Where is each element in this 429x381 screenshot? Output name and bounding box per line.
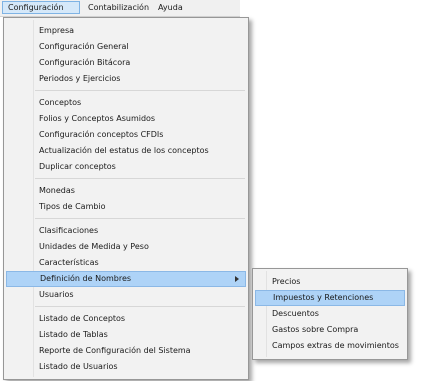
menu-item-conceptos[interactable]: Conceptos xyxy=(6,95,246,111)
menu-item-reporte-configuracion[interactable]: Reporte de Configuración del Sistema xyxy=(6,343,246,359)
configuracion-dropdown: Empresa Configuración General Configurac… xyxy=(3,17,249,380)
menu-item-listado-tablas[interactable]: Listado de Tablas xyxy=(6,327,246,343)
menu-item-configuracion-general[interactable]: Configuración General xyxy=(6,39,246,55)
menu-bar: Configuración Contabilización Ayuda xyxy=(0,0,240,17)
menu-item-listado-usuarios[interactable]: Listado de Usuarios xyxy=(6,359,246,375)
menu-item-actualizacion-estatus[interactable]: Actualización del estatus de los concept… xyxy=(6,143,246,159)
menu-item-usuarios[interactable]: Usuarios xyxy=(6,287,246,303)
menu-item-duplicar-conceptos[interactable]: Duplicar conceptos xyxy=(6,159,246,175)
menu-item-config-conceptos-cfdis[interactable]: Configuración conceptos CFDIs xyxy=(6,127,246,143)
submenu-arrow-icon xyxy=(235,276,239,282)
menu-separator xyxy=(35,90,245,91)
menu-item-tipos-cambio[interactable]: Tipos de Cambio xyxy=(6,199,246,215)
menu-separator xyxy=(35,306,245,307)
definicion-nombres-submenu: Precios Impuestos y Retenciones Descuent… xyxy=(252,268,408,360)
menu-item-periodos-ejercicios[interactable]: Periodos y Ejercicios xyxy=(6,71,246,87)
menu-configuracion[interactable]: Configuración xyxy=(2,1,80,14)
submenu-item-campos-extras[interactable]: Campos extras de movimientos xyxy=(255,338,405,354)
menu-ayuda[interactable]: Ayuda xyxy=(153,1,193,14)
submenu-item-descuentos[interactable]: Descuentos xyxy=(255,306,405,322)
menu-item-clasificaciones[interactable]: Clasificaciones xyxy=(6,223,246,239)
menu-item-caracteristicas[interactable]: Características xyxy=(6,255,246,271)
menu-item-configuracion-bitacora[interactable]: Configuración Bitácora xyxy=(6,55,246,71)
menu-contabilizacion[interactable]: Contabilización xyxy=(83,1,153,14)
menu-item-unidades-medida[interactable]: Unidades de Medida y Peso xyxy=(6,239,246,255)
menu-item-listado-conceptos[interactable]: Listado de Conceptos xyxy=(6,311,246,327)
menu-item-monedas[interactable]: Monedas xyxy=(6,183,246,199)
menu-item-label: Definición de Nombres xyxy=(40,274,132,283)
menu-item-definicion-nombres[interactable]: Definición de Nombres xyxy=(6,271,246,287)
submenu-item-precios[interactable]: Precios xyxy=(255,274,405,290)
submenu-item-gastos-compra[interactable]: Gastos sobre Compra xyxy=(255,322,405,338)
menu-item-folios-conceptos[interactable]: Folios y Conceptos Asumidos xyxy=(6,111,246,127)
submenu-item-impuestos-retenciones[interactable]: Impuestos y Retenciones xyxy=(255,290,405,306)
menu-item-empresa[interactable]: Empresa xyxy=(6,23,246,39)
menu-separator xyxy=(35,218,245,219)
menu-separator xyxy=(35,178,245,179)
